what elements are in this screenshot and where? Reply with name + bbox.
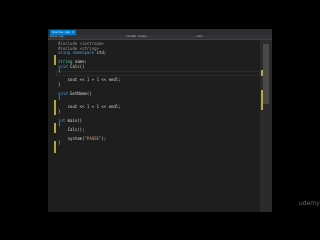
code-line[interactable]: }	[58, 140, 60, 145]
watermark-logo: udemy	[299, 200, 320, 207]
code-line[interactable]: cout << 1 + 1 << endl;	[58, 77, 121, 82]
nav-scope-dropdown[interactable]: (Global Scope)	[126, 35, 186, 39]
code-editor[interactable]: #include <iostream> #include <string> usin…	[56, 40, 260, 212]
scroll-thumb[interactable]	[263, 44, 269, 104]
ide-window: Source.cpp ✕ Calls.cpp (Global Scope) ✓ …	[48, 29, 272, 212]
code-line[interactable]: {	[58, 95, 60, 100]
code-line[interactable]: {	[58, 68, 60, 73]
code-line[interactable]: using namespace std;	[58, 50, 106, 55]
code-line[interactable]: int main()	[58, 118, 82, 123]
code-line[interactable]: }	[58, 109, 60, 114]
code-line[interactable]: system("PAUSE");	[58, 136, 107, 141]
current-line-highlight	[56, 71, 260, 76]
code-line[interactable]: void Calc()	[58, 64, 85, 69]
change-marker	[54, 55, 56, 65]
nav-member-dropdown[interactable]: ✓ Calc	[194, 35, 254, 39]
change-marker	[54, 123, 56, 133]
code-line[interactable]: void GetName()	[58, 91, 92, 96]
scrollbar-change-mark	[261, 70, 263, 76]
change-marker	[54, 141, 56, 153]
nav-file-dropdown[interactable]: Calls.cpp	[50, 35, 64, 39]
code-line[interactable]: }	[58, 82, 60, 87]
code-line[interactable]: Calc();	[58, 127, 85, 132]
scrollbar-change-mark	[261, 90, 263, 110]
vertical-scrollbar[interactable]	[260, 40, 272, 212]
change-marker	[54, 100, 56, 115]
code-line[interactable]: cout << 1 + 1 << endl;	[58, 104, 121, 109]
